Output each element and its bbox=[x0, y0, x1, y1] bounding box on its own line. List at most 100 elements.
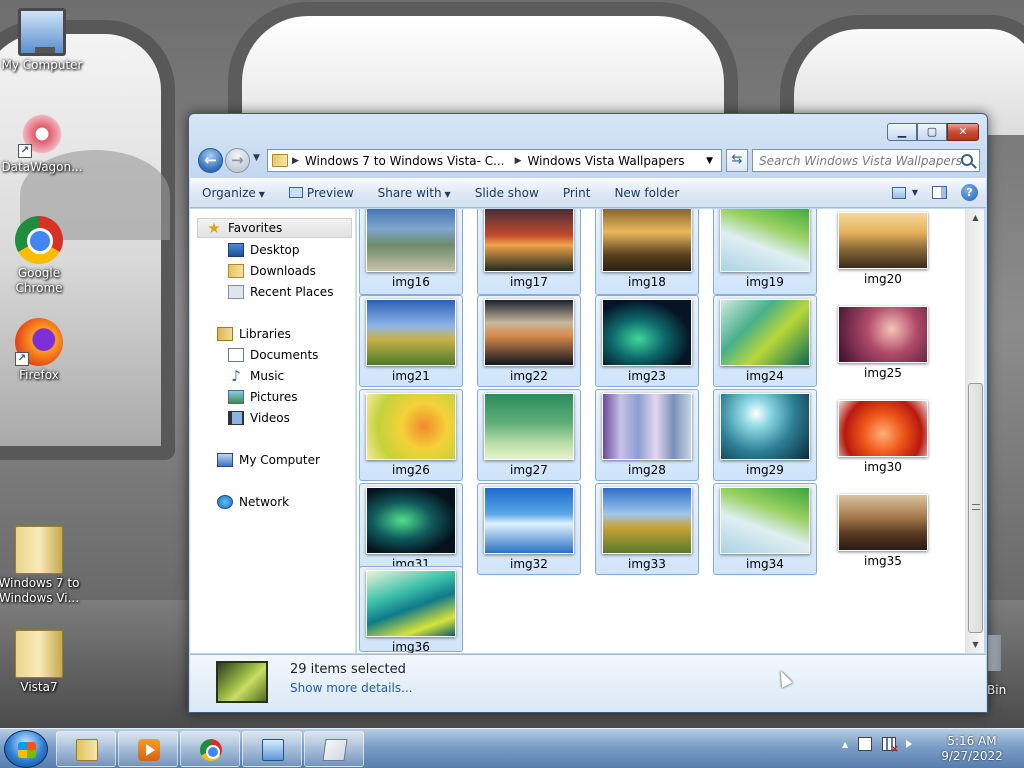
file-item[interactable]: img31 bbox=[359, 483, 463, 575]
new-folder-button[interactable]: New folder bbox=[602, 186, 691, 200]
file-item[interactable]: img24 bbox=[713, 295, 817, 387]
network-disconnected-icon[interactable] bbox=[882, 737, 899, 755]
nav-item-favorites[interactable]: ★ Favorites bbox=[197, 218, 352, 238]
change-view-button[interactable]: ▼ bbox=[891, 186, 918, 199]
nav-item-recent-places[interactable]: Recent Places bbox=[228, 282, 333, 302]
nav-item-downloads[interactable]: Downloads bbox=[228, 261, 316, 281]
volume-icon[interactable] bbox=[906, 740, 913, 748]
file-item[interactable]: img16 bbox=[359, 209, 463, 295]
vertical-scrollbar[interactable]: ▲ ▼ bbox=[965, 209, 984, 653]
desktop-icon-google-chrome[interactable]: Google Chrome bbox=[0, 216, 81, 296]
image-thumbnail bbox=[838, 494, 928, 551]
nav-item-network[interactable]: Network bbox=[217, 492, 289, 512]
preview-button[interactable]: Preview bbox=[277, 186, 366, 200]
image-thumbnail bbox=[720, 299, 810, 366]
minimize-button[interactable]: ▁ bbox=[887, 123, 917, 141]
file-name: img30 bbox=[864, 460, 902, 474]
file-item[interactable]: img28 bbox=[595, 389, 699, 481]
image-thumbnail bbox=[838, 306, 928, 363]
file-item[interactable]: img26 bbox=[359, 389, 463, 481]
refresh-button[interactable]: ⇆ bbox=[726, 149, 748, 172]
taskbar-explorer[interactable] bbox=[56, 731, 116, 767]
desktop-icon-label: Firefox bbox=[19, 368, 59, 382]
organize-button[interactable]: Organize ▼ bbox=[190, 186, 277, 200]
taskbar-notepad[interactable] bbox=[304, 731, 364, 767]
file-item[interactable]: img32 bbox=[477, 483, 581, 575]
desktop-icon-datawagon[interactable]: ↗ DataWagon... bbox=[0, 110, 84, 175]
recent-places-icon bbox=[228, 285, 244, 299]
file-item[interactable]: img19 bbox=[713, 209, 817, 295]
breadcrumb-current-folder[interactable]: Windows Vista Wallpapers bbox=[521, 154, 690, 168]
show-more-details-link[interactable]: Show more details... bbox=[290, 681, 413, 695]
file-item[interactable]: img34 bbox=[713, 483, 817, 575]
start-button[interactable] bbox=[4, 730, 48, 768]
file-item[interactable]: img17 bbox=[477, 209, 581, 295]
control-panel-icon bbox=[262, 739, 284, 761]
nav-item-desktop[interactable]: Desktop bbox=[228, 240, 300, 260]
action-center-icon[interactable] bbox=[858, 737, 873, 751]
breadcrumb-chevron-icon[interactable]: ▶ bbox=[292, 156, 299, 166]
image-thumbnail bbox=[602, 487, 692, 554]
preview-pane-toggle-icon[interactable] bbox=[932, 186, 947, 199]
nav-item-music[interactable]: ♪ Music bbox=[228, 366, 284, 386]
command-bar: Organize ▼ Preview Share with ▼ Slide show… bbox=[190, 178, 986, 208]
file-item[interactable]: img18 bbox=[595, 209, 699, 295]
recent-pages-dropdown[interactable]: ▼ bbox=[253, 153, 260, 163]
back-button[interactable]: ← bbox=[198, 148, 223, 173]
breadcrumb-chevron-icon[interactable]: ▶ bbox=[515, 156, 522, 166]
address-bar[interactable]: ▶ Windows 7 to Windows Vista- C... ▶ Win… bbox=[267, 149, 722, 172]
file-item[interactable]: img29 bbox=[713, 389, 817, 481]
taskbar: ▲ 5:16 AM 9/27/2022 bbox=[0, 728, 1024, 768]
breadcrumb-parent-folder[interactable]: Windows 7 to Windows Vista- C... bbox=[299, 154, 511, 168]
nav-item-documents[interactable]: Documents bbox=[228, 345, 318, 365]
file-item[interactable]: img25 bbox=[831, 295, 935, 387]
desktop-icon-recycle-bin-label[interactable]: Bin bbox=[987, 683, 1006, 697]
file-item[interactable]: img22 bbox=[477, 295, 581, 387]
search-icon[interactable] bbox=[961, 154, 973, 166]
nav-item-my-computer[interactable]: My Computer bbox=[217, 450, 320, 470]
file-item[interactable]: img36 bbox=[359, 566, 463, 653]
help-icon[interactable]: ? bbox=[961, 184, 978, 201]
address-dropdown-icon[interactable]: ▼ bbox=[698, 156, 721, 166]
close-button[interactable]: ✕ bbox=[947, 123, 979, 141]
scroll-down-arrow-icon[interactable]: ▼ bbox=[966, 636, 985, 653]
desktop-icon-vista7[interactable]: Vista7 bbox=[0, 630, 81, 695]
nav-item-pictures[interactable]: Pictures bbox=[228, 387, 298, 407]
file-item[interactable]: img21 bbox=[359, 295, 463, 387]
selection-thumbnail bbox=[216, 661, 268, 703]
file-item[interactable]: img27 bbox=[477, 389, 581, 481]
star-icon: ★ bbox=[207, 219, 221, 237]
recycle-bin-icon[interactable] bbox=[987, 635, 1001, 671]
nav-item-videos[interactable]: Videos bbox=[228, 408, 290, 428]
file-item[interactable]: img20 bbox=[831, 209, 935, 295]
clock[interactable]: 5:16 AM 9/27/2022 bbox=[930, 734, 1014, 764]
desktop-icon bbox=[228, 243, 244, 257]
file-name: img17 bbox=[510, 275, 548, 289]
maximize-button[interactable]: ▢ bbox=[917, 123, 947, 141]
scrollbar-thumb[interactable] bbox=[968, 383, 983, 633]
file-name: img36 bbox=[392, 640, 430, 653]
share-with-button[interactable]: Share with ▼ bbox=[366, 186, 463, 200]
desktop-icon-my-computer[interactable]: My Computer bbox=[0, 8, 84, 73]
taskbar-media-player[interactable] bbox=[118, 731, 178, 767]
desktop-icon-windows7-to-vista[interactable]: Windows 7 to Windows Vi... bbox=[0, 526, 81, 606]
show-hidden-icons-arrow-icon[interactable]: ▲ bbox=[842, 740, 848, 749]
file-item[interactable]: img35 bbox=[831, 483, 935, 575]
forward-button[interactable]: → bbox=[225, 148, 250, 173]
preview-icon bbox=[288, 187, 303, 198]
file-item[interactable]: img33 bbox=[595, 483, 699, 575]
clock-date: 9/27/2022 bbox=[941, 749, 1003, 763]
slide-show-button[interactable]: Slide show bbox=[463, 186, 551, 200]
file-item[interactable]: img23 bbox=[595, 295, 699, 387]
nav-item-libraries[interactable]: Libraries bbox=[217, 324, 291, 344]
desktop-icon-firefox[interactable]: ↗ Firefox bbox=[0, 318, 81, 383]
taskbar-control-panel[interactable] bbox=[242, 731, 302, 767]
network-icon bbox=[217, 495, 233, 509]
search-input[interactable]: Search Windows Vista Wallpapers bbox=[752, 149, 980, 172]
file-list: img16 img17 img18 img19 img20 img21 img22 img23… bbox=[357, 209, 965, 653]
taskbar-chrome[interactable] bbox=[180, 731, 240, 767]
file-name: img22 bbox=[510, 369, 548, 383]
print-button[interactable]: Print bbox=[551, 186, 603, 200]
file-item[interactable]: img30 bbox=[831, 389, 935, 481]
scroll-up-arrow-icon[interactable]: ▲ bbox=[966, 209, 985, 226]
